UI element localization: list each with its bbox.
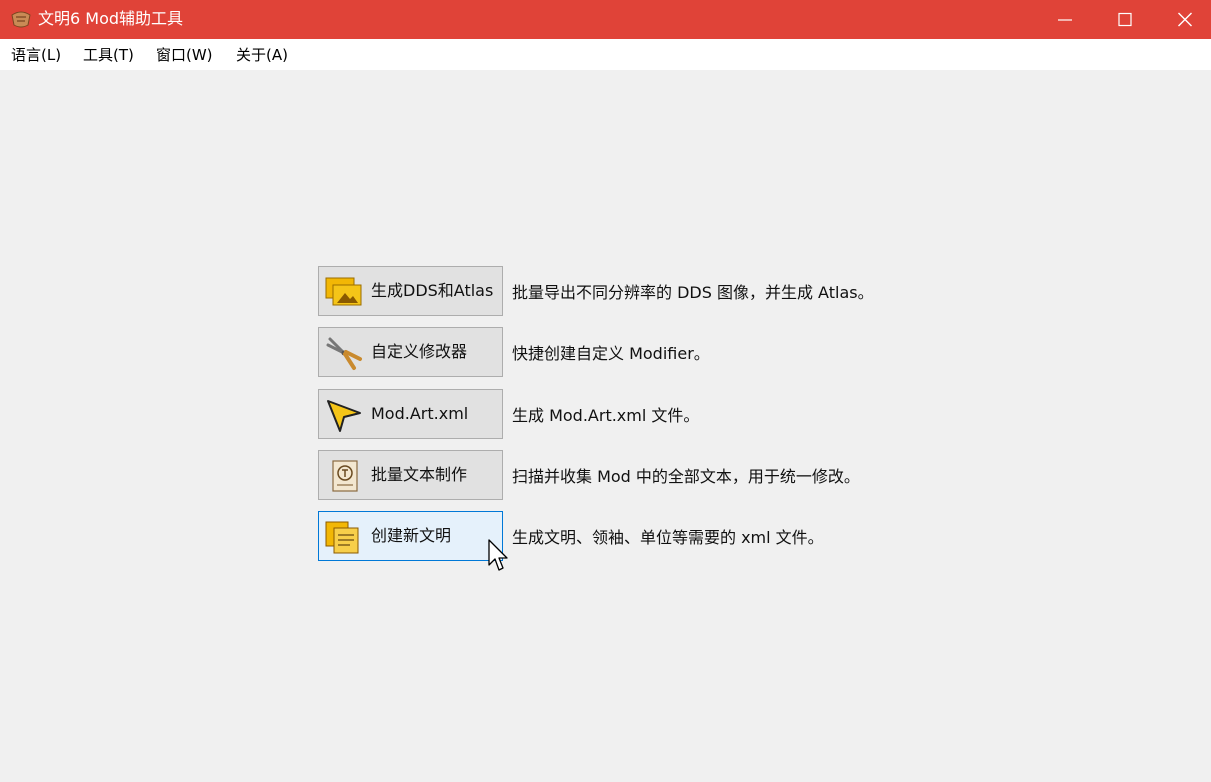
create-civilization-button[interactable]: 创建新文明 [318,511,503,561]
action-description: 批量导出不同分辨率的 DDS 图像，并生成 Atlas。 [512,283,874,302]
maximize-button[interactable] [1095,0,1155,39]
action-description: 生成 Mod.Art.xml 文件。 [512,406,700,425]
mod-art-xml-button[interactable]: Mod.Art.xml [318,389,503,439]
action-description: 快捷创建自定义 Modifier。 [512,344,710,363]
window-title: 文明6 Mod辅助工具 [38,9,184,28]
menu-language[interactable]: 语言(L) [11,45,61,65]
close-button[interactable] [1155,0,1211,39]
minimize-button[interactable] [1035,0,1095,39]
app-icon [11,11,31,28]
pliers-icon [326,337,362,370]
documents-icon [325,521,359,554]
custom-modifier-button[interactable]: 自定义修改器 [318,327,503,377]
batch-text-button[interactable]: 批量文本制作 [318,450,503,500]
title-bar: 文明6 Mod辅助工具 [0,0,1211,39]
menu-window[interactable]: 窗口(W) [156,45,213,65]
generate-dds-atlas-button[interactable]: 生成DDS和Atlas [318,266,503,316]
button-label: 批量文本制作 [371,465,468,484]
action-description: 生成文明、领袖、单位等需要的 xml 文件。 [512,528,824,547]
button-label: 创建新文明 [371,526,452,545]
button-label: 生成DDS和Atlas [371,281,494,300]
minimize-icon [1058,19,1072,21]
menu-about[interactable]: 关于(A) [236,45,288,65]
images-icon [325,277,362,306]
mouse-cursor-icon [488,539,508,571]
button-label: Mod.Art.xml [371,404,469,423]
menu-tools[interactable]: 工具(T) [83,45,134,65]
close-icon [1178,12,1192,27]
paper-plane-icon [327,400,361,432]
action-description: 扫描并收集 Mod 中的全部文本，用于统一修改。 [512,467,860,486]
button-label: 自定义修改器 [371,342,468,361]
maximize-icon [1118,12,1132,27]
menu-bar: 语言(L) 工具(T) 窗口(W) 关于(A) [0,39,1211,70]
text-document-icon [332,460,358,492]
